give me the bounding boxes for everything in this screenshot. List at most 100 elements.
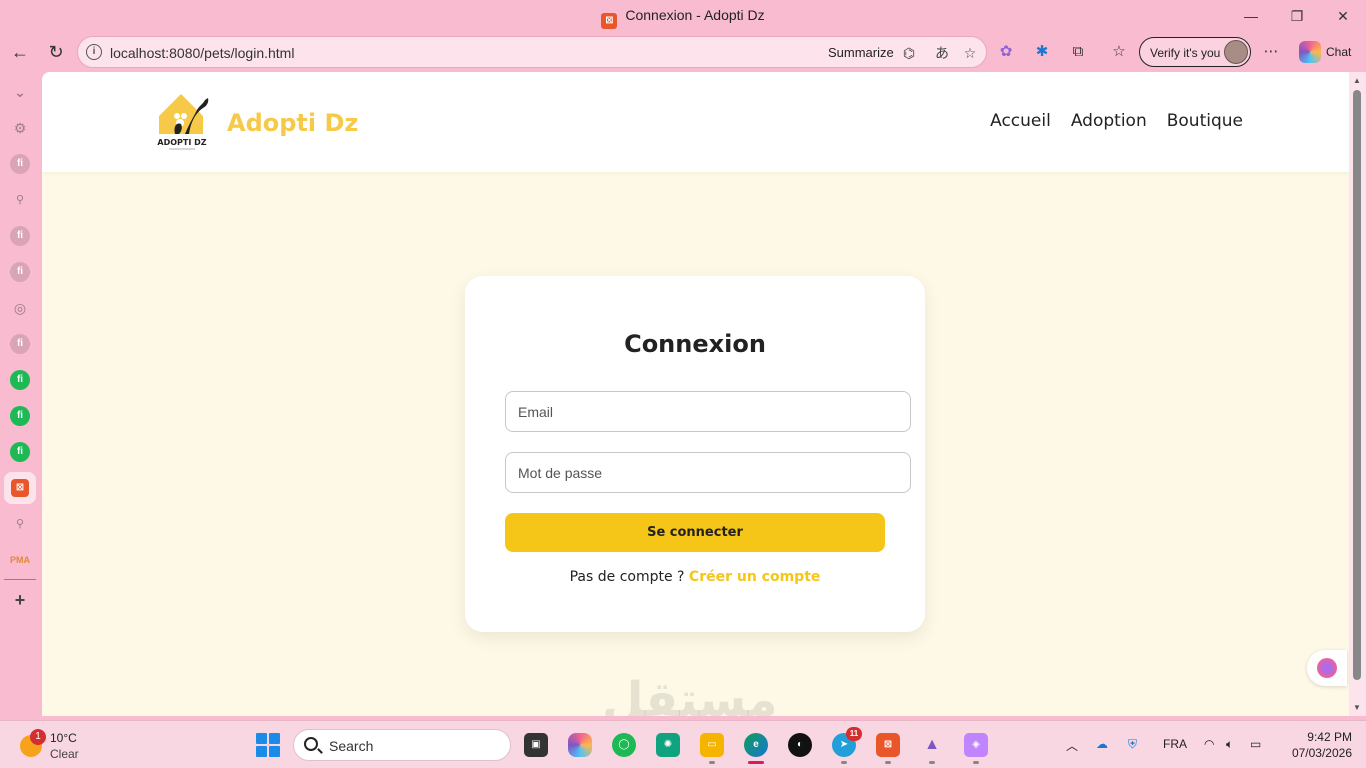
photos-app-icon[interactable]: ▲ [920, 733, 944, 757]
site-info-icon[interactable]: i [86, 44, 102, 60]
taskbar-clock[interactable]: 9:42 PM 07/03/2026 [1282, 729, 1352, 761]
search-icon [304, 737, 318, 751]
taskbar-search-label: Search [329, 738, 374, 754]
profile-avatar [1224, 40, 1248, 64]
browser-title-bar: ⊠ Connexion - Adopti Dz — ❐ ✕ [0, 0, 1366, 32]
browser-toolbar: ← ↻ i localhost:8080/pets/login.html Sum… [0, 32, 1366, 72]
close-icon[interactable]: ✕ [1320, 0, 1366, 32]
login-button[interactable]: Se connecter [505, 513, 885, 552]
tray-chevron-up-icon[interactable]: ︿ [1066, 737, 1078, 754]
fi-tab-icon[interactable]: fi [10, 442, 30, 462]
favorite-star-icon[interactable]: ☆ [961, 44, 979, 62]
windows-taskbar: 1 10°C Clear Search ▣ ◯ ✺ ▭ e ◐ ➤ 11 ⊠ ▲ … [0, 720, 1366, 768]
logo-text: ADOPTI DZ [157, 138, 206, 147]
fi-tab-icon[interactable]: fi [10, 262, 30, 282]
fi-tab-icon[interactable]: fi [10, 334, 30, 354]
restore-icon[interactable]: ❐ [1274, 0, 1320, 32]
nav-link-boutique[interactable]: Boutique [1167, 111, 1243, 131]
green-app-icon[interactable]: ◯ [612, 733, 636, 757]
search-tab-icon[interactable]: ⚲ [10, 514, 30, 534]
page-scrollbar[interactable]: ▲ ▼ [1349, 72, 1366, 716]
running-indicator [885, 761, 891, 764]
main-nav: Accueil Adoption Boutique [990, 111, 1243, 131]
weather-condition: Clear [50, 747, 79, 761]
windows-start-icon[interactable] [256, 733, 280, 757]
input-language[interactable]: FRA [1163, 737, 1187, 751]
scroll-thumb[interactable] [1353, 90, 1361, 680]
email-field[interactable] [505, 391, 911, 432]
security-shield-icon[interactable]: ⛨ [1128, 737, 1137, 752]
brand-name[interactable]: Adopti Dz [227, 109, 358, 137]
scroll-up-arrow-icon[interactable]: ▲ [1352, 76, 1362, 85]
wifi-icon[interactable]: ◠ [1204, 737, 1214, 751]
settings-gear-icon[interactable]: ⚙ [10, 118, 30, 138]
scroll-down-arrow-icon[interactable]: ▼ [1352, 703, 1362, 712]
chatgpt-app-icon[interactable]: ✺ [656, 733, 680, 757]
back-arrow-icon[interactable]: ← [6, 38, 34, 66]
running-indicator-active [748, 761, 764, 764]
file-explorer-icon[interactable]: ▭ [700, 733, 724, 757]
summarize-button[interactable]: Summarize [828, 45, 894, 60]
telegram-icon[interactable]: ➤ 11 [832, 727, 862, 757]
translate-icon[interactable]: あ [933, 44, 951, 62]
copilot-app-icon[interactable] [568, 733, 592, 757]
volume-icon[interactable]: 🔈︎ [1226, 737, 1233, 752]
xampp-icon: ⊠ [11, 479, 29, 497]
reload-icon[interactable]: ↻ [42, 38, 70, 66]
extension-blue-icon[interactable]: ✱ [1031, 41, 1053, 63]
search-tab-icon[interactable]: ⚲ [10, 190, 30, 210]
running-indicator [709, 761, 715, 764]
chat-label: Chat [1326, 45, 1352, 59]
window-title: ⊠ Connexion - Adopti Dz [0, 7, 1366, 29]
nav-link-adoption[interactable]: Adoption [1071, 111, 1147, 131]
xampp-app-icon[interactable]: ⊠ [876, 733, 900, 757]
fi-tab-icon[interactable]: fi [10, 370, 30, 390]
summarize-icon[interactable]: ⌬ [900, 44, 918, 62]
sidebar-divider [4, 579, 36, 580]
page-viewport: ADOPTI DZ Adopti Dz Accueil Adoption Bou… [42, 72, 1349, 716]
verify-profile-button[interactable]: Verify it's you [1139, 37, 1251, 67]
battery-icon[interactable]: ▭ [1250, 737, 1261, 751]
browser-sidebar: ⌄ ⚙ fi ⚲ fi fi ◎ fi fi fi fi ⊠ ⚲ PMA + [0, 72, 40, 720]
add-tab-plus-icon[interactable]: + [10, 590, 30, 610]
onedrive-cloud-icon[interactable]: ☁ [1096, 737, 1108, 751]
favorites-list-icon[interactable]: ☆ [1108, 41, 1130, 63]
clock-time: 9:42 PM [1307, 730, 1352, 744]
weather-badge: 1 [30, 729, 46, 745]
window-controls: — ❐ ✕ [1228, 0, 1366, 32]
edge-browser-icon[interactable]: e [744, 733, 768, 757]
brain-extension-icon[interactable]: ✿ [995, 41, 1017, 63]
weather-temp: 10°C [50, 731, 77, 745]
chatgpt-tab-icon[interactable]: ◎ [10, 298, 30, 318]
signup-prompt: Pas de compte ? Créer un compte [465, 569, 925, 585]
fi-tab-icon[interactable]: fi [10, 154, 30, 174]
collapse-chevron-icon[interactable]: ⌄ [10, 82, 30, 102]
minimize-icon[interactable]: — [1228, 0, 1274, 32]
running-indicator [841, 761, 847, 764]
extensions-puzzle-icon[interactable]: ⧉ [1067, 41, 1089, 63]
nav-link-accueil[interactable]: Accueil [990, 111, 1051, 131]
active-xampp-tab[interactable]: ⊠ [4, 472, 36, 504]
more-options-icon[interactable]: ⋯ [1260, 41, 1282, 63]
taskbar-search[interactable]: Search [293, 729, 511, 761]
copilot-chat-button[interactable]: Chat [1294, 38, 1360, 66]
fi-tab-icon[interactable]: fi [10, 226, 30, 246]
create-account-link[interactable]: Créer un compte [689, 569, 820, 585]
weather-widget[interactable]: 1 10°C Clear [20, 729, 100, 763]
brain-assistant-icon [1317, 658, 1337, 678]
running-indicator [973, 761, 979, 764]
password-field[interactable] [505, 452, 911, 493]
address-url[interactable]: localhost:8080/pets/login.html [110, 45, 294, 61]
telegram-badge: 11 [846, 727, 862, 741]
task-view-icon[interactable]: ▣ [524, 733, 548, 757]
clock-date: 07/03/2026 [1291, 746, 1352, 760]
address-bar[interactable]: i localhost:8080/pets/login.html Summari… [77, 36, 987, 68]
floating-assistant-button[interactable] [1307, 650, 1347, 686]
github-icon[interactable]: ◐ [788, 733, 812, 757]
adopti-logo-icon[interactable]: ADOPTI DZ [153, 90, 211, 152]
fi-tab-icon[interactable]: fi [10, 406, 30, 426]
phpmyadmin-tab-icon[interactable]: PMA [10, 550, 30, 570]
login-card: Connexion Se connecter Pas de compte ? C… [465, 276, 925, 632]
no-account-text: Pas de compte ? [569, 569, 685, 585]
purple-app-icon[interactable]: ◈ [964, 733, 988, 757]
